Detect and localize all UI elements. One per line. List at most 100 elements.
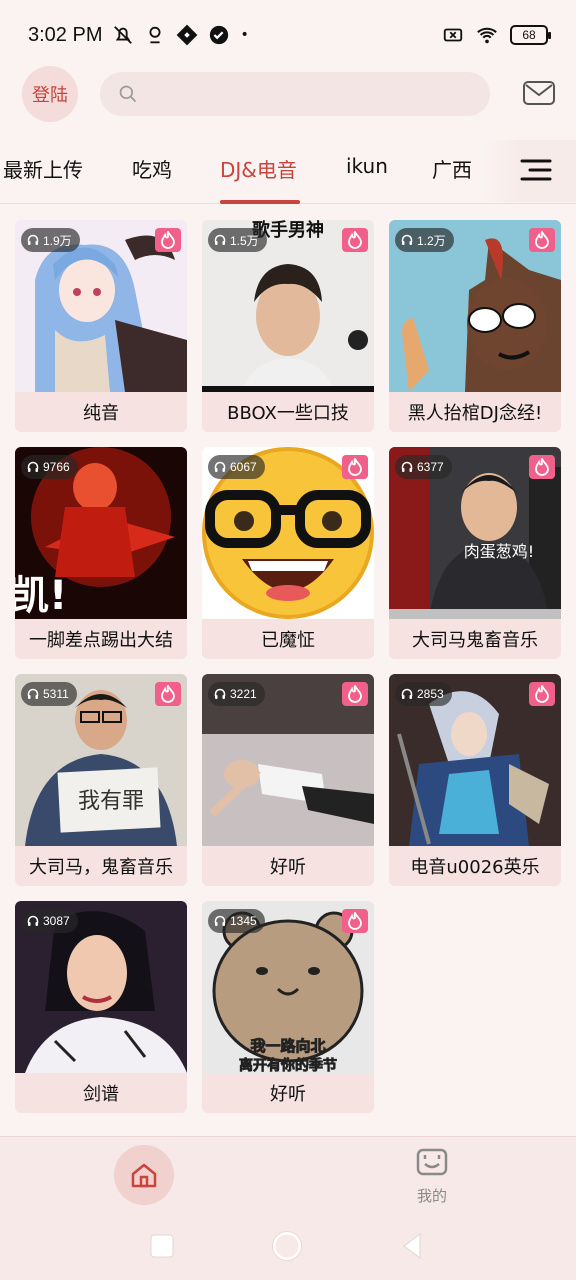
mail-icon[interactable] [522, 78, 556, 108]
audio-card[interactable]: 1.9万 纯音 [15, 220, 187, 432]
audio-card[interactable]: 2853 电音u0026英乐 [389, 674, 561, 886]
headphones-icon [27, 461, 39, 472]
kick-caption: 凯! [15, 573, 67, 619]
fire-icon [535, 458, 549, 476]
card-title: 大司马鬼畜音乐 [412, 630, 538, 651]
fire-icon [535, 685, 549, 703]
audio-card[interactable]: 1.2万 黑人抬棺DJ念经! [389, 220, 561, 432]
audio-card[interactable]: 3087 剑谱 [15, 901, 187, 1113]
tab-guangxi[interactable]: 广西 [432, 154, 472, 183]
play-count: 1345 [208, 909, 265, 933]
audio-card[interactable]: 凯! 9766 一脚差点踢出大结 [15, 447, 187, 659]
location-icon [149, 26, 161, 44]
card-title: 纯音 [83, 403, 119, 424]
fire-icon [161, 231, 175, 249]
fire-icon [348, 458, 362, 476]
headphones-icon [214, 915, 226, 926]
battery-indicator: 68 [510, 25, 551, 45]
headphones-icon [214, 461, 226, 472]
status-time: 3:02 PM [28, 23, 103, 46]
play-count: 1.2万 [395, 228, 454, 252]
hot-badge [155, 228, 181, 252]
hot-badge [529, 228, 555, 252]
headphones-icon [214, 688, 226, 699]
headphones-icon [27, 234, 39, 245]
card-title: 电音u0026英乐 [410, 857, 540, 878]
fire-icon [535, 231, 549, 249]
menu-icon[interactable] [520, 158, 552, 182]
card-title: BBOX一些口技 [227, 403, 349, 424]
card-title: 大司马，鬼畜音乐 [29, 857, 173, 878]
search-icon [119, 85, 137, 103]
headphones-icon [27, 688, 39, 699]
search-input[interactable] [148, 84, 478, 104]
fire-icon [348, 912, 362, 930]
wifi-icon [477, 27, 497, 44]
nav-home-button[interactable] [114, 1145, 174, 1205]
card-title: 好听 [270, 1084, 306, 1105]
headphones-icon [401, 688, 413, 699]
play-count: 3221 [208, 682, 265, 706]
bear-caption-line2: 离开有你的季节 [239, 1057, 337, 1073]
tab-chicken[interactable]: 吃鸡 [132, 154, 172, 183]
card-title: 剑谱 [83, 1084, 119, 1105]
audio-card[interactable]: 我有罪 5311 大司马，鬼畜音乐 [15, 674, 187, 886]
play-count: 9766 [21, 455, 78, 479]
play-count: 2853 [395, 682, 452, 706]
hot-badge [342, 228, 368, 252]
play-count: 6067 [208, 455, 265, 479]
home-icon [131, 1163, 157, 1188]
audio-card[interactable]: 肉蛋葱鸡! 6377 大司马鬼畜音乐 [389, 447, 561, 659]
hot-badge [155, 682, 181, 706]
card-title: 好听 [270, 857, 306, 878]
play-count: 1.5万 [208, 228, 267, 252]
active-tab-indicator [220, 200, 300, 204]
tab-dj-edm[interactable]: DJ&电音 [220, 154, 297, 183]
headphones-icon [401, 461, 413, 472]
card-title: 一脚差点踢出大结 [29, 630, 173, 651]
play-count: 3087 [21, 909, 78, 933]
fire-icon [348, 685, 362, 703]
nav-mine-button[interactable]: 我的 [412, 1147, 452, 1206]
hot-badge [529, 455, 555, 479]
audio-card[interactable]: 歌手男神 1.5万 BBOX一些口技 [202, 220, 374, 432]
bear-caption-line1: 我一路向北 [250, 1037, 325, 1055]
audio-card[interactable]: 我一路向北 离开有你的季节 1345 好听 [202, 901, 374, 1113]
dot-icon: • [240, 27, 249, 43]
home-system-button[interactable] [272, 1231, 302, 1261]
hot-badge [342, 909, 368, 933]
headphones-icon [401, 234, 413, 245]
fire-icon [348, 231, 362, 249]
tab-ikun[interactable]: ikun [346, 154, 388, 178]
check-icon [210, 25, 229, 45]
back-button[interactable] [403, 1233, 421, 1259]
audio-card[interactable]: 6067 已魔怔 [202, 447, 374, 659]
bottom-nav: 我的 [0, 1136, 576, 1280]
mute-icon [114, 26, 133, 44]
sim-icon [443, 28, 463, 42]
hot-badge [342, 455, 368, 479]
search-bar[interactable] [100, 72, 490, 116]
play-count: 1.9万 [21, 228, 80, 252]
fire-icon [161, 685, 175, 703]
header: 登陆 [0, 66, 576, 122]
card-title: 黑人抬棺DJ念经! [407, 403, 543, 424]
smile-face-icon [416, 1148, 448, 1176]
sign-caption: 我有罪 [78, 789, 144, 814]
headphones-icon [27, 915, 39, 926]
system-nav-bar [150, 1231, 421, 1261]
hot-badge [342, 682, 368, 706]
category-tabs: 最新上传 吃鸡 DJ&电音 ikun 广西 [0, 140, 576, 204]
hot-badge [529, 682, 555, 706]
audio-card[interactable]: 3221 好听 [202, 674, 374, 886]
recents-button[interactable] [150, 1234, 174, 1258]
card-title: 已魔怔 [261, 630, 315, 651]
play-count: 6377 [395, 455, 452, 479]
login-button[interactable]: 登陆 [22, 66, 78, 122]
headphones-icon [214, 234, 226, 245]
streamer-caption: 肉蛋葱鸡! [464, 542, 534, 561]
nav-mine-label: 我的 [416, 1187, 447, 1205]
tab-latest[interactable]: 最新上传 [3, 154, 83, 183]
play-count: 5311 [21, 682, 77, 706]
status-bar: 3:02 PM • 68 [0, 0, 576, 70]
